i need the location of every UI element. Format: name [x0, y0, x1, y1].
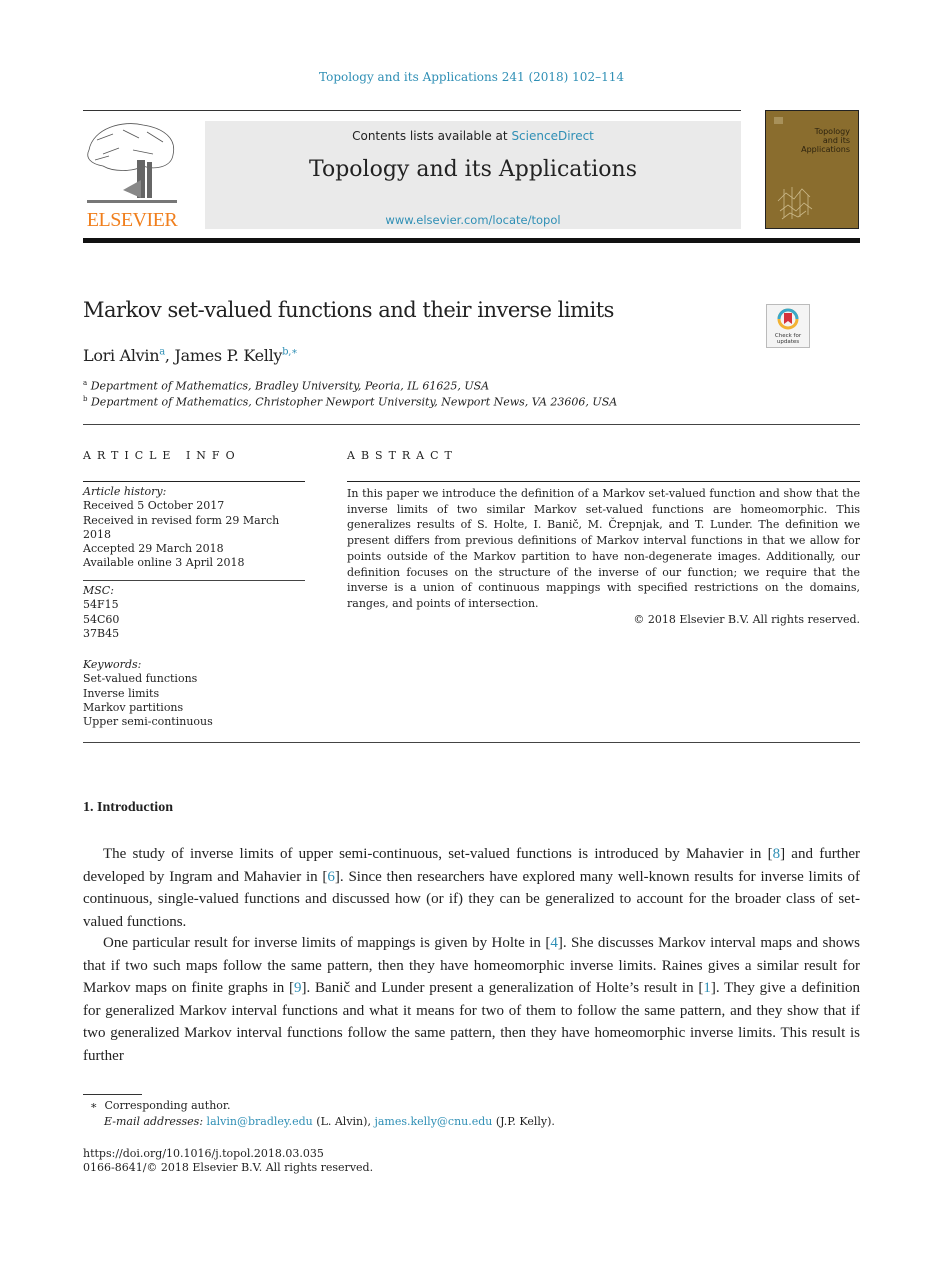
journal-title: Topology and its Applications: [309, 157, 637, 182]
article-info-heading: ARTICLE INFO: [83, 449, 241, 462]
paragraph-text: The study of inverse limits of upper sem…: [103, 846, 768, 862]
affiliation-marker[interactable]: b,∗: [282, 347, 298, 358]
journal-reference-link[interactable]: Topology and its Applications 241 (2018)…: [0, 70, 935, 84]
keywords: Keywords: Set-valued functions Inverse l…: [83, 658, 308, 729]
citation-link[interactable]: [8]: [768, 846, 786, 862]
cover-logo-icon: [774, 117, 783, 124]
contents-available-line: Contents lists available at ScienceDirec…: [205, 129, 741, 143]
footnote-rule: [83, 1094, 142, 1095]
history-label: Article history:: [83, 485, 167, 498]
email-link[interactable]: lalvin@bradley.edu: [207, 1115, 313, 1128]
citation-link[interactable]: [9]: [289, 980, 307, 996]
divider: [83, 742, 860, 743]
author-separator: ,: [164, 346, 175, 365]
citation-link[interactable]: [1]: [698, 980, 716, 996]
msc-item: 54F15: [83, 598, 119, 612]
section-heading: 1. Introduction: [83, 800, 173, 815]
issn-copyright: 0166-8641/© 2018 Elsevier B.V. All right…: [83, 1161, 374, 1174]
footnote-text: Corresponding author.: [104, 1099, 231, 1112]
keyword-item: Markov partitions: [83, 700, 184, 714]
author-list: Lori Alvina, James P. Kellyb,∗: [83, 346, 298, 365]
divider: [83, 481, 305, 482]
elsevier-tree-icon: [87, 123, 177, 203]
crossmark-label: Check for updates: [774, 333, 802, 345]
author-name[interactable]: James P. Kelly: [175, 346, 283, 365]
doi-link[interactable]: https://doi.org/10.1016/j.topol.2018.03.…: [83, 1147, 324, 1160]
history-item: Received in revised form 29 March 2018: [83, 513, 280, 541]
header-top-rule: [83, 110, 741, 111]
abstract-heading: ABSTRACT: [347, 449, 458, 462]
msc-codes: MSC: 54F15 54C60 37B45: [83, 584, 308, 641]
affiliation-sup: b: [83, 395, 88, 403]
history-item: Available online 3 April 2018: [83, 556, 245, 570]
affiliation-text: Department of Mathematics, Christopher N…: [90, 395, 618, 409]
contents-prefix: Contents lists available at: [352, 129, 512, 143]
abstract-body: In this paper we introduce the definitio…: [347, 486, 860, 627]
divider: [83, 580, 305, 581]
keyword-item: Inverse limits: [83, 686, 160, 700]
paper-title: Markov set-valued functions and their in…: [83, 298, 614, 322]
msc-item: 54C60: [83, 612, 120, 626]
email-owner: (L. Alvin),: [312, 1115, 375, 1128]
email-label: E-mail addresses:: [104, 1115, 204, 1128]
history-item: Received 5 October 2017: [83, 499, 225, 513]
keyword-item: Set-valued functions: [83, 672, 198, 686]
affiliation-a: a Department of Mathematics, Bradley Uni…: [83, 379, 489, 393]
divider: [83, 424, 860, 425]
affiliation-b: b Department of Mathematics, Christopher…: [83, 395, 617, 409]
cover-title: Topology and its Applications: [801, 127, 850, 154]
body-paragraph: One particular result for inverse limits…: [83, 932, 860, 1067]
abstract-copyright: © 2018 Elsevier B.V. All rights reserved…: [633, 612, 860, 626]
elsevier-logo: ELSEVIER: [83, 120, 181, 232]
email-link[interactable]: james.kelly@cnu.edu: [374, 1115, 492, 1128]
abstract-text: In this paper we introduce the definitio…: [347, 487, 860, 610]
divider: [347, 481, 860, 482]
journal-url-link[interactable]: www.elsevier.com/locate/topol: [205, 213, 741, 227]
elsevier-wordmark: ELSEVIER: [86, 209, 178, 231]
sciencedirect-link[interactable]: ScienceDirect: [511, 129, 593, 143]
citation-link[interactable]: [6]: [322, 869, 340, 885]
header-thick-rule: [83, 238, 860, 243]
footnote-emails: E-mail addresses: lalvin@bradley.edu (L.…: [104, 1115, 555, 1128]
article-history: Article history: Received 5 October 2017…: [83, 485, 308, 571]
history-item: Accepted 29 March 2018: [83, 542, 224, 556]
footnote-star: ∗: [90, 1099, 98, 1112]
affiliation-text: Department of Mathematics, Bradley Unive…: [90, 379, 490, 393]
paragraph-text: . Banič and Lunder present a generalizat…: [306, 980, 699, 996]
msc-item: 37B45: [83, 626, 120, 640]
author-name[interactable]: Lori Alvin: [83, 346, 160, 365]
paragraph-text: One particular result for inverse limits…: [103, 935, 546, 951]
footnote-corresponding: ∗ Corresponding author.: [90, 1099, 230, 1112]
body-paragraph: The study of inverse limits of upper sem…: [83, 843, 860, 933]
journal-cover-image: Topology and its Applications: [765, 110, 859, 229]
citation-link[interactable]: [4]: [545, 935, 563, 951]
keyword-item: Upper semi-continuous: [83, 715, 213, 729]
cover-pattern-icon: [777, 187, 813, 220]
affiliation-sup: a: [83, 379, 88, 387]
journal-header-box: Contents lists available at ScienceDirec…: [205, 121, 741, 229]
msc-label: MSC:: [83, 584, 114, 597]
check-for-updates-button[interactable]: Check for updates: [766, 304, 810, 348]
keywords-label: Keywords:: [83, 658, 142, 671]
email-owner: (J.P. Kelly).: [492, 1115, 555, 1128]
crossmark-icon: [777, 308, 799, 330]
